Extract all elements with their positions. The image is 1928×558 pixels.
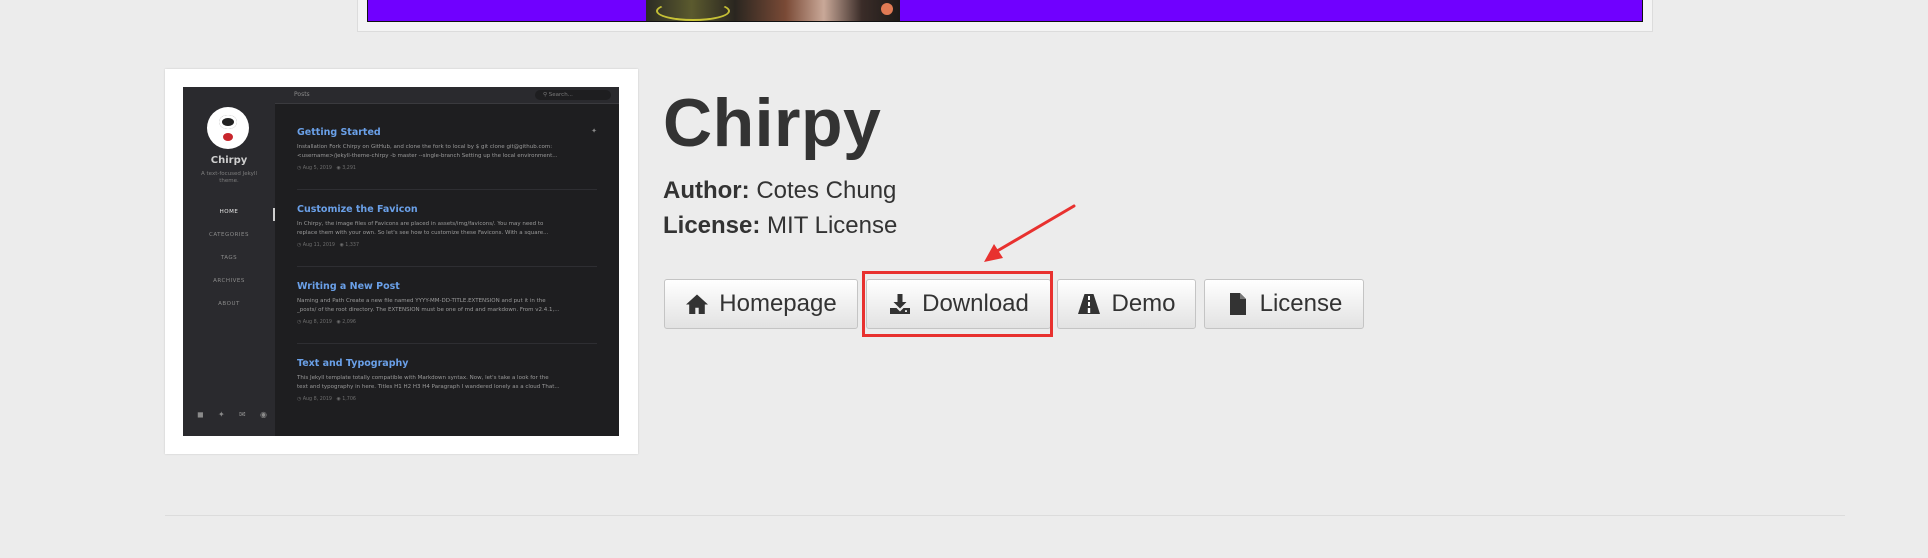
license-button[interactable]: License: [1204, 279, 1364, 329]
eye-icon: ◉: [339, 243, 344, 248]
rss-icon: ◉: [259, 410, 267, 419]
file-icon: [1229, 293, 1246, 315]
clock-icon: ◷: [297, 166, 302, 171]
preview-search-placeholder: Search...: [548, 92, 573, 98]
preview-post-meta: ◷ Aug 8, 2019 ◉ 1,706: [297, 397, 356, 402]
banner-image: [367, 0, 1643, 22]
preview-nav-active-indicator: [273, 208, 275, 221]
license-label: License:: [663, 212, 761, 239]
download-icon: [890, 294, 911, 314]
preview-post-title: Text and Typography: [297, 358, 409, 369]
github-icon: ◼: [197, 410, 204, 419]
banner-photo: [646, 0, 900, 21]
eye-icon: ◉: [336, 397, 341, 402]
preview-nav-home: HOME: [219, 209, 239, 215]
preview-post-excerpt: text and typography in here. Titles H1 H…: [297, 384, 560, 390]
preview-post-meta: ◷ Aug 11, 2019 ◉ 1,337: [297, 243, 360, 248]
license-value: MIT License: [767, 212, 898, 239]
download-button[interactable]: Download: [866, 279, 1051, 329]
clock-icon: ◷: [297, 397, 302, 402]
preview-search: ⚲ Search...: [535, 90, 611, 100]
preview-post-excerpt: Naming and Path Create a new file named …: [297, 298, 546, 304]
download-button-label: Download: [922, 290, 1029, 317]
home-icon: [686, 294, 709, 314]
search-icon: ⚲: [543, 92, 548, 98]
author-value: Cotes Chung: [756, 177, 897, 204]
theme-author: Author: Cotes Chung: [663, 177, 896, 205]
clock-icon: ◷: [297, 243, 302, 248]
eye-icon: ◉: [336, 166, 341, 171]
preview-brand: Chirpy: [210, 155, 248, 166]
author-label: Author:: [663, 177, 750, 204]
preview-post-excerpt: Installation Fork Chirpy on GitHub, and …: [297, 144, 553, 150]
preview-post: Getting Started Installation Fork Chirpy…: [297, 113, 597, 190]
preview-post-excerpt: This Jekyll template totally compatible …: [297, 375, 549, 381]
preview-post-meta: ◷ Aug 8, 2019 ◉ 2,096: [297, 320, 356, 325]
demo-button[interactable]: Demo: [1057, 279, 1196, 329]
preview-post: Writing a New Post Naming and Path Creat…: [297, 267, 597, 344]
preview-post-meta: ◷ Aug 5, 2019 ◉ 3,291: [297, 166, 356, 171]
preview-social-links: ◼ ✦ ✉ ◉: [197, 410, 267, 419]
preview-sidebar: Chirpy A text-focused Jekyll theme. HOME…: [183, 87, 275, 436]
homepage-button[interactable]: Homepage: [664, 279, 858, 329]
demo-button-label: Demo: [1111, 290, 1176, 317]
preview-nav-tags: TAGS: [220, 255, 238, 261]
preview-post-title: Writing a New Post: [297, 281, 400, 292]
preview-nav-about: ABOUT: [218, 301, 240, 307]
preview-post: Text and Typography This Jekyll template…: [297, 344, 597, 421]
section-divider: [165, 515, 1845, 516]
clock-icon: ◷: [297, 320, 302, 325]
road-icon: [1078, 294, 1101, 314]
preview-avatar: [207, 107, 249, 149]
eye-icon: ◉: [336, 320, 341, 325]
theme-screenshot: Chirpy A text-focused Jekyll theme. HOME…: [183, 87, 619, 436]
theme-title: Chirpy: [663, 85, 882, 161]
preview-nav: HOME CATEGORIES TAGS ARCHIVES ABOUT: [183, 209, 275, 324]
pin-icon: ✦: [591, 127, 597, 135]
theme-license: License: MIT License: [663, 212, 897, 240]
preview-post-title: Getting Started: [297, 127, 381, 138]
preview-post-excerpt: replace them with your own. So let's see…: [297, 230, 549, 236]
preview-topbar: Posts ⚲ Search...: [275, 87, 619, 104]
preview-post-list: Getting Started Installation Fork Chirpy…: [297, 113, 597, 421]
preview-post: Customize the Favicon In Chirpy, the ima…: [297, 190, 597, 267]
theme-screenshot-card: Chirpy A text-focused Jekyll theme. HOME…: [165, 69, 638, 454]
preview-post-excerpt: <username>/jekyll-theme-chirpy -b master…: [297, 153, 558, 159]
preview-post-excerpt: _posts/ of the root directory. The EXTEN…: [297, 307, 560, 313]
homepage-button-label: Homepage: [719, 290, 837, 317]
preview-topbar-title: Posts: [294, 91, 310, 98]
twitter-icon: ✦: [217, 410, 225, 419]
preview-post-title: Customize the Favicon: [297, 204, 418, 215]
preview-post-excerpt: In Chirpy, the image files of Favicons a…: [297, 221, 544, 227]
annotation-arrow: [984, 204, 1076, 262]
preview-nav-archives: ARCHIVES: [213, 278, 245, 284]
license-button-label: License: [1259, 290, 1343, 317]
preview-tagline: A text-focused Jekyll theme.: [201, 171, 257, 184]
email-icon: ✉: [238, 410, 246, 419]
preview-nav-categories: CATEGORIES: [208, 232, 249, 238]
